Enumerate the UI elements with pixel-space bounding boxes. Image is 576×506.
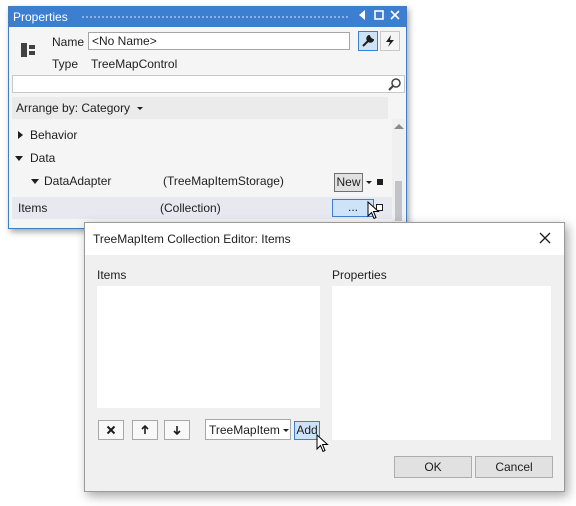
chevron-down-icon[interactable]	[366, 181, 372, 184]
item-type-dropdown[interactable]: TreeMapItem	[205, 419, 291, 440]
arrange-by-label: Arrange by: Category	[16, 101, 131, 115]
properties-title-bar[interactable]: Properties	[9, 7, 406, 27]
category-label: Behavior	[30, 128, 78, 142]
ok-button[interactable]: OK	[394, 456, 472, 478]
property-name: Items	[18, 201, 48, 215]
events-view-button[interactable]	[380, 31, 400, 51]
name-field[interactable]: <No Name>	[88, 32, 350, 50]
pin-icon[interactable]	[355, 9, 371, 25]
type-label: Type	[52, 57, 79, 71]
type-value: TreeMapControl	[91, 57, 178, 71]
collapse-icon[interactable]	[15, 156, 23, 161]
cancel-button[interactable]: Cancel	[475, 456, 553, 478]
new-button[interactable]: New	[334, 173, 363, 192]
category-data[interactable]: Data	[12, 147, 392, 169]
property-search-input[interactable]	[12, 75, 405, 93]
delete-icon	[106, 425, 116, 435]
chevron-down-icon	[283, 429, 289, 432]
wrench-icon	[362, 35, 374, 47]
items-list[interactable]	[97, 286, 320, 408]
property-grid-scrollbar[interactable]	[392, 119, 405, 228]
expand-icon[interactable]	[18, 131, 23, 139]
properties-view-button[interactable]	[358, 31, 378, 51]
maximize-icon[interactable]	[371, 9, 387, 25]
property-value: (TreeMapItemStorage)	[163, 174, 284, 188]
category-label: Data	[30, 151, 56, 165]
object-icon	[21, 43, 35, 57]
property-name: DataAdapter	[44, 174, 112, 188]
items-label: Items	[97, 268, 127, 282]
arrow-down-icon	[173, 426, 181, 435]
properties-title: Properties	[13, 10, 68, 24]
category-behavior[interactable]: Behavior	[12, 124, 392, 146]
name-label: Name	[52, 35, 85, 49]
mouse-cursor-icon	[316, 434, 329, 453]
properties-window: Properties Name <No Name> Type TreeMapCo…	[8, 6, 407, 229]
remove-item-button[interactable]	[98, 420, 124, 440]
item-type-value: TreeMapItem	[209, 423, 280, 437]
collapse-icon[interactable]	[31, 179, 39, 184]
close-icon[interactable]	[387, 9, 403, 25]
arrow-up-icon	[141, 425, 149, 434]
arrange-by-dropdown[interactable]: Arrange by: Category	[12, 97, 388, 119]
move-up-button[interactable]	[132, 420, 158, 440]
dialog-title: TreeMapItem Collection Editor: Items	[93, 232, 291, 246]
search-icon[interactable]	[388, 77, 402, 91]
title-grip	[81, 15, 348, 20]
property-value: (Collection)	[160, 201, 221, 215]
lightning-icon	[386, 35, 394, 47]
property-grid: Behavior Data DataAdapter (TreeMapItemSt…	[12, 124, 392, 228]
property-row-dataadapter[interactable]: DataAdapter (TreeMapItemStorage) New	[12, 170, 392, 192]
dialog-title-bar[interactable]: TreeMapItem Collection Editor: Items	[85, 223, 564, 255]
scroll-up-icon[interactable]	[394, 124, 404, 129]
property-row-items[interactable]: Items (Collection) ...	[12, 197, 392, 219]
close-icon[interactable]	[538, 231, 552, 245]
mouse-cursor-icon	[367, 201, 380, 220]
scrollbar-thumb[interactable]	[395, 181, 402, 221]
move-down-button[interactable]	[164, 420, 190, 440]
property-marker-icon[interactable]	[377, 179, 383, 185]
item-properties-grid[interactable]	[332, 286, 551, 440]
chevron-down-icon	[137, 107, 143, 110]
properties-label: Properties	[332, 268, 387, 282]
